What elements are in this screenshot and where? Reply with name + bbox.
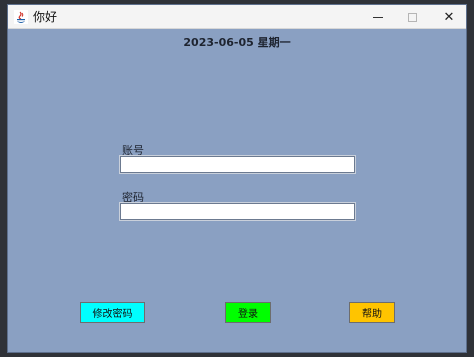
help-button[interactable]: 帮助 (349, 302, 395, 323)
minimize-button[interactable] (361, 5, 395, 29)
java-app-icon (14, 10, 28, 24)
window-title: 你好 (33, 10, 58, 24)
password-input[interactable] (119, 202, 356, 221)
account-input[interactable] (119, 155, 356, 174)
date-label: 2023-06-05 星期一 (183, 36, 291, 49)
close-icon: ✕ (443, 9, 455, 25)
close-button[interactable]: ✕ (432, 5, 466, 29)
change-password-button[interactable]: 修改密码 (80, 302, 145, 323)
app-window: 你好 ✕ 2023-06-05 星期一 账号 密码 修改密码 登录 帮助 (7, 4, 467, 353)
maximize-icon (407, 12, 417, 22)
title-bar[interactable]: 你好 ✕ (8, 5, 466, 29)
login-button[interactable]: 登录 (225, 302, 271, 323)
minimize-icon (373, 16, 383, 18)
maximize-button[interactable] (395, 5, 429, 29)
